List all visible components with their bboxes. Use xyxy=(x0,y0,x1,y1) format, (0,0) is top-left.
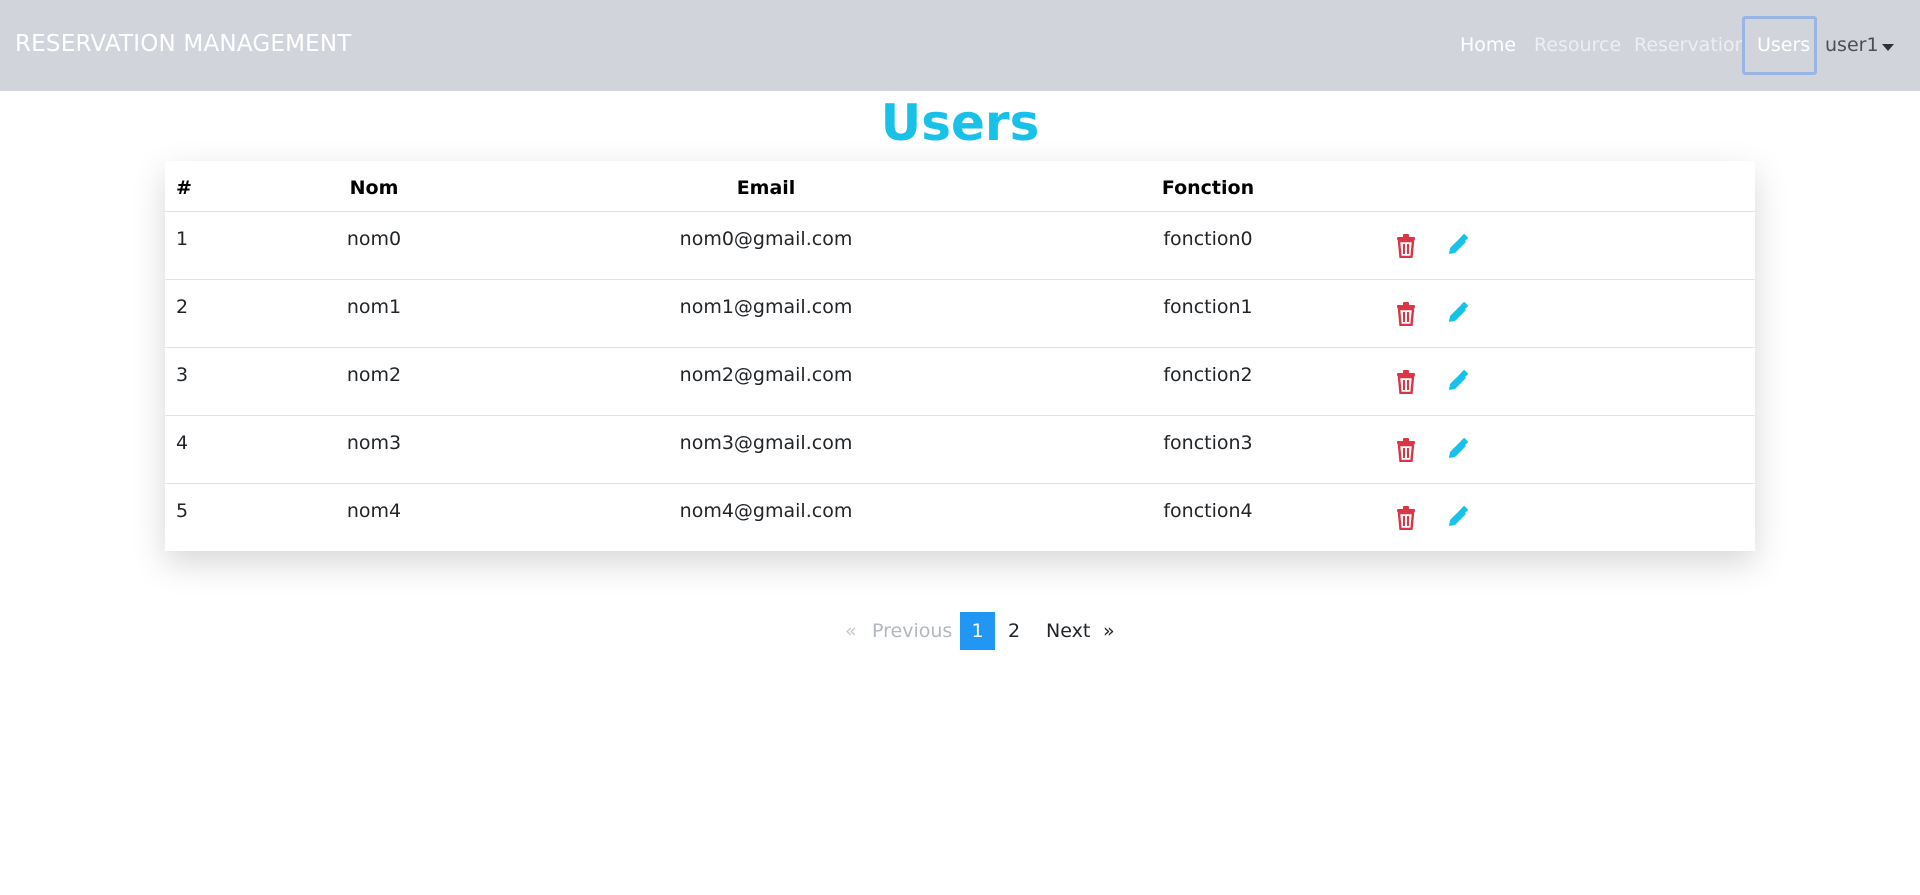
cell-fonction: fonction4 xyxy=(1163,500,1253,522)
cell-nom: nom0 xyxy=(346,228,402,250)
pencil-icon[interactable] xyxy=(1447,370,1469,394)
page-2-button[interactable]: 2 xyxy=(1008,612,1020,650)
navbar: RESERVATION MANAGEMENT Home Resource Res… xyxy=(0,0,1920,91)
table-row: 3 nom2 nom2@gmail.com fonction2 xyxy=(165,348,1755,416)
previous-arrow-icon[interactable]: « xyxy=(845,612,857,650)
table-row: 2 nom1 nom1@gmail.com fonction1 xyxy=(165,280,1755,348)
cell-email: nom0@gmail.com xyxy=(679,228,853,250)
cell-nom: nom2 xyxy=(346,364,402,386)
cell-nom: nom3 xyxy=(346,432,402,454)
pencil-icon[interactable] xyxy=(1447,234,1469,258)
pencil-icon[interactable] xyxy=(1447,438,1469,462)
next-arrow-icon[interactable]: » xyxy=(1103,612,1115,650)
page-title: Users xyxy=(880,94,1040,152)
cell-id: 2 xyxy=(176,296,189,318)
nav-home[interactable]: Home xyxy=(1460,34,1516,56)
pencil-icon[interactable] xyxy=(1447,302,1469,326)
header-number: # xyxy=(176,177,192,199)
trash-icon[interactable] xyxy=(1395,370,1417,395)
caret-down-icon[interactable] xyxy=(1882,44,1894,51)
table-row: 4 nom3 nom3@gmail.com fonction3 xyxy=(165,416,1755,484)
table-row: 5 nom4 nom4@gmail.com fonction4 xyxy=(165,484,1755,552)
cell-id: 4 xyxy=(176,432,189,454)
cell-nom: nom4 xyxy=(346,500,402,522)
page-1-button[interactable]: 1 xyxy=(960,612,995,650)
next-page-button[interactable]: Next xyxy=(1046,612,1090,650)
trash-icon[interactable] xyxy=(1395,234,1417,259)
cell-email: nom4@gmail.com xyxy=(679,500,853,522)
table-header: # Nom Email Fonction xyxy=(165,161,1755,212)
cell-email: nom1@gmail.com xyxy=(679,296,853,318)
pagination: « Previous 1 2 Next » xyxy=(0,612,1920,650)
cell-email: nom3@gmail.com xyxy=(679,432,853,454)
user-menu-toggle[interactable]: user1 xyxy=(1825,34,1879,56)
cell-fonction: fonction1 xyxy=(1163,296,1253,318)
nav-reservation[interactable]: Reservation xyxy=(1634,34,1747,56)
brand-link[interactable]: RESERVATION MANAGEMENT xyxy=(15,31,352,57)
cell-id: 3 xyxy=(176,364,189,386)
cell-email: nom2@gmail.com xyxy=(679,364,853,386)
previous-page-button[interactable]: Previous xyxy=(872,612,952,650)
header-email: Email xyxy=(736,177,796,199)
nav-users[interactable]: Users xyxy=(1757,34,1810,56)
trash-icon[interactable] xyxy=(1395,506,1417,531)
pencil-icon[interactable] xyxy=(1447,506,1469,530)
trash-icon[interactable] xyxy=(1395,302,1417,327)
trash-icon[interactable] xyxy=(1395,438,1417,463)
header-nom: Nom xyxy=(349,177,399,199)
header-fonction: Fonction xyxy=(1161,177,1255,199)
nav-resource[interactable]: Resource xyxy=(1534,34,1621,56)
cell-id: 1 xyxy=(176,228,189,250)
table-row: 1 nom0 nom0@gmail.com fonction0 xyxy=(165,212,1755,280)
cell-fonction: fonction0 xyxy=(1163,228,1253,250)
cell-id: 5 xyxy=(176,500,189,522)
cell-fonction: fonction3 xyxy=(1163,432,1253,454)
users-table: # Nom Email Fonction 1 nom0 nom0@gmail.c… xyxy=(165,161,1755,551)
cell-nom: nom1 xyxy=(346,296,402,318)
cell-fonction: fonction2 xyxy=(1163,364,1253,386)
